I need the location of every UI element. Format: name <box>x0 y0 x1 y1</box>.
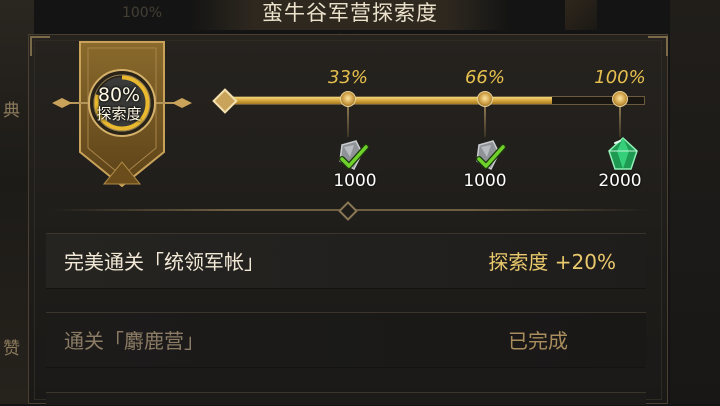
task-label: 通关「麝鹿营」 <box>64 329 204 353</box>
background-fragment-text: 典 <box>3 101 20 121</box>
reward-amount: 1000 <box>463 171 507 191</box>
background-right-strip <box>670 0 720 404</box>
reward-amount: 1000 <box>333 171 377 191</box>
task-row[interactable]: 通关「麝鹿营」 已完成 <box>46 312 646 368</box>
milestone-stem <box>347 107 349 137</box>
explore-percent: 80% <box>97 84 141 106</box>
milestone-track: 33% 66% 100% 1000 1000 2000 <box>205 60 665 200</box>
milestone-stem <box>484 107 486 137</box>
milestone-percent: 100% <box>594 67 646 88</box>
task-reward: 探索度 +20% <box>488 250 616 274</box>
background-ghost-label: 100% <box>121 5 163 21</box>
background-fragment-text: 赞 <box>3 339 20 359</box>
background-ornament <box>565 0 597 30</box>
track-start-diamond-icon <box>212 88 238 114</box>
milestone-node <box>612 91 628 107</box>
progress-bar-fill <box>226 97 553 104</box>
milestone-stem <box>619 107 621 137</box>
reward-amount: 2000 <box>598 171 642 191</box>
explore-badge-text: 80% 探索度 <box>84 85 154 123</box>
task-status: 已完成 <box>508 329 568 353</box>
milestone-node <box>340 91 356 107</box>
task-label: 完美通关「统领军帐」 <box>64 250 264 274</box>
milestone-percent: 33% <box>327 67 368 88</box>
panel-corner-ornament <box>648 36 668 56</box>
milestone-percent: 66% <box>464 67 505 88</box>
milestone-node <box>477 91 493 107</box>
task-row[interactable]: 完美通关「统领军帐」 探索度 +20% <box>46 233 646 289</box>
panel-corner-ornament <box>30 36 50 56</box>
explore-label: 探索度 <box>96 105 142 123</box>
